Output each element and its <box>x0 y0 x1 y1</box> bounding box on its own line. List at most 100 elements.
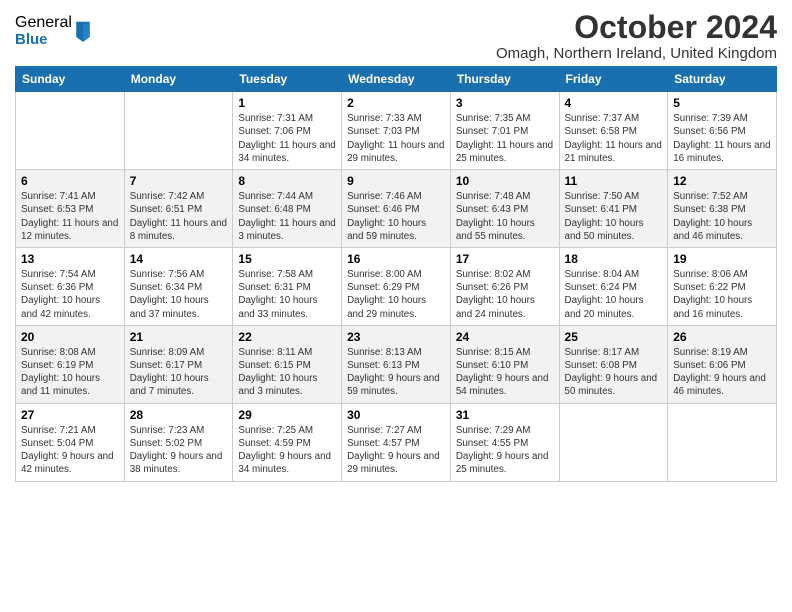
day-detail: Sunrise: 8:11 AM Sunset: 6:15 PM Dayligh… <box>238 346 336 399</box>
calendar-cell: 6 Sunrise: 7:41 AM Sunset: 6:53 PM Daylig… <box>16 170 125 248</box>
day-number: 27 <box>21 408 119 422</box>
subtitle: Omagh, Northern Ireland, United Kingdom <box>496 45 777 62</box>
calendar-cell: 19Sunrise: 8:06 AM Sunset: 6:22 PM Dayli… <box>668 247 777 325</box>
day-number: 22 <box>238 330 336 344</box>
calendar-header: Sunday Monday Tuesday Wednesday Thursday… <box>16 67 777 92</box>
header-saturday: Saturday <box>668 67 777 92</box>
day-detail: Sunrise: 7:37 AM Sunset: 6:58 PM Dayligh… <box>565 112 663 165</box>
day-number: 30 <box>347 408 445 422</box>
day-number: 13 <box>21 252 119 266</box>
calendar-cell: 1Sunrise: 7:31 AM Sunset: 7:06 PM Daylig… <box>233 92 342 170</box>
logo-general: General <box>15 14 72 32</box>
day-detail: Sunrise: 7:50 AM Sunset: 6:41 PM Dayligh… <box>565 190 663 243</box>
day-number: 29 <box>238 408 336 422</box>
calendar-cell: 22 Sunrise: 8:11 AM Sunset: 6:15 PM Dayli… <box>233 325 342 403</box>
day-number: 6 <box>21 174 119 188</box>
calendar-cell: 9 Sunrise: 7:46 AM Sunset: 6:46 PM Daylig… <box>342 170 451 248</box>
calendar-cell: 28 Sunrise: 7:23 AM Sunset: 5:02 PM Dayli… <box>124 403 233 481</box>
day-number: 19 <box>673 252 771 266</box>
calendar-cell: 27Sunrise: 7:21 AM Sunset: 5:04 PM Dayli… <box>16 403 125 481</box>
day-number: 15 <box>238 252 336 266</box>
day-number: 31 <box>456 408 554 422</box>
calendar-week-4: 20 Sunrise: 8:08 AM Sunset: 6:19 PM Dayli… <box>16 325 777 403</box>
day-number: 7 <box>130 174 228 188</box>
calendar-body: 1Sunrise: 7:31 AM Sunset: 7:06 PM Daylig… <box>16 92 777 481</box>
day-detail: Sunrise: 7:39 AM Sunset: 6:56 PM Dayligh… <box>673 112 771 165</box>
day-detail: Sunrise: 7:52 AM Sunset: 6:38 PM Dayligh… <box>673 190 771 243</box>
day-number: 14 <box>130 252 228 266</box>
header-wednesday: Wednesday <box>342 67 451 92</box>
calendar-cell: 24 Sunrise: 8:15 AM Sunset: 6:10 PM Dayli… <box>450 325 559 403</box>
day-detail: Sunrise: 7:23 AM Sunset: 5:02 PM Dayligh… <box>130 424 228 477</box>
calendar-cell: 16 Sunrise: 8:00 AM Sunset: 6:29 PM Dayli… <box>342 247 451 325</box>
day-detail: Sunrise: 8:19 AM Sunset: 6:06 PM Dayligh… <box>673 346 771 399</box>
calendar-cell <box>668 403 777 481</box>
day-detail: Sunrise: 8:00 AM Sunset: 6:29 PM Dayligh… <box>347 268 445 321</box>
calendar-cell: 18Sunrise: 8:04 AM Sunset: 6:24 PM Dayli… <box>559 247 668 325</box>
day-number: 24 <box>456 330 554 344</box>
day-detail: Sunrise: 8:08 AM Sunset: 6:19 PM Dayligh… <box>21 346 119 399</box>
day-number: 11 <box>565 174 663 188</box>
page: General Blue October 2024 Omagh, Norther… <box>0 0 792 612</box>
day-number: 4 <box>565 96 663 110</box>
calendar-cell: 20 Sunrise: 8:08 AM Sunset: 6:19 PM Dayli… <box>16 325 125 403</box>
calendar-cell: 30 Sunrise: 7:27 AM Sunset: 4:57 PM Dayli… <box>342 403 451 481</box>
day-detail: Sunrise: 8:13 AM Sunset: 6:13 PM Dayligh… <box>347 346 445 399</box>
calendar-cell: 29 Sunrise: 7:25 AM Sunset: 4:59 PM Dayli… <box>233 403 342 481</box>
day-detail: Sunrise: 7:58 AM Sunset: 6:31 PM Dayligh… <box>238 268 336 321</box>
calendar-week-1: 1Sunrise: 7:31 AM Sunset: 7:06 PM Daylig… <box>16 92 777 170</box>
day-number: 17 <box>456 252 554 266</box>
calendar-cell: 3 Sunrise: 7:35 AM Sunset: 7:01 PM Daylig… <box>450 92 559 170</box>
day-detail: Sunrise: 7:33 AM Sunset: 7:03 PM Dayligh… <box>347 112 445 165</box>
calendar-cell: 4 Sunrise: 7:37 AM Sunset: 6:58 PM Daylig… <box>559 92 668 170</box>
header-row: Sunday Monday Tuesday Wednesday Thursday… <box>16 67 777 92</box>
day-number: 16 <box>347 252 445 266</box>
day-detail: Sunrise: 7:35 AM Sunset: 7:01 PM Dayligh… <box>456 112 554 165</box>
day-detail: Sunrise: 7:44 AM Sunset: 6:48 PM Dayligh… <box>238 190 336 243</box>
day-detail: Sunrise: 7:41 AM Sunset: 6:53 PM Dayligh… <box>21 190 119 243</box>
day-number: 25 <box>565 330 663 344</box>
calendar-cell: 11 Sunrise: 7:50 AM Sunset: 6:41 PM Dayli… <box>559 170 668 248</box>
day-number: 23 <box>347 330 445 344</box>
calendar-cell: 5 Sunrise: 7:39 AM Sunset: 6:56 PM Daylig… <box>668 92 777 170</box>
day-detail: Sunrise: 7:29 AM Sunset: 4:55 PM Dayligh… <box>456 424 554 477</box>
calendar-table: Sunday Monday Tuesday Wednesday Thursday… <box>15 66 777 481</box>
calendar-cell <box>16 92 125 170</box>
day-number: 5 <box>673 96 771 110</box>
day-detail: Sunrise: 7:48 AM Sunset: 6:43 PM Dayligh… <box>456 190 554 243</box>
day-number: 8 <box>238 174 336 188</box>
day-detail: Sunrise: 7:31 AM Sunset: 7:06 PM Dayligh… <box>238 112 336 165</box>
day-detail: Sunrise: 8:15 AM Sunset: 6:10 PM Dayligh… <box>456 346 554 399</box>
day-detail: Sunrise: 7:46 AM Sunset: 6:46 PM Dayligh… <box>347 190 445 243</box>
calendar-cell <box>124 92 233 170</box>
day-number: 3 <box>456 96 554 110</box>
day-number: 20 <box>21 330 119 344</box>
day-detail: Sunrise: 7:42 AM Sunset: 6:51 PM Dayligh… <box>130 190 228 243</box>
day-number: 9 <box>347 174 445 188</box>
calendar-cell: 17Sunrise: 8:02 AM Sunset: 6:26 PM Dayli… <box>450 247 559 325</box>
logo: General Blue <box>15 14 92 48</box>
day-number: 28 <box>130 408 228 422</box>
header-sunday: Sunday <box>16 67 125 92</box>
calendar-cell <box>559 403 668 481</box>
header: General Blue October 2024 Omagh, Norther… <box>15 10 777 62</box>
logo-blue: Blue <box>15 32 72 49</box>
day-detail: Sunrise: 8:09 AM Sunset: 6:17 PM Dayligh… <box>130 346 228 399</box>
calendar-cell: 31 Sunrise: 7:29 AM Sunset: 4:55 PM Dayli… <box>450 403 559 481</box>
logo-text: General Blue <box>15 14 72 48</box>
day-detail: Sunrise: 7:27 AM Sunset: 4:57 PM Dayligh… <box>347 424 445 477</box>
day-number: 18 <box>565 252 663 266</box>
calendar-cell: 15 Sunrise: 7:58 AM Sunset: 6:31 PM Dayli… <box>233 247 342 325</box>
calendar-cell: 10Sunrise: 7:48 AM Sunset: 6:43 PM Dayli… <box>450 170 559 248</box>
calendar-week-5: 27Sunrise: 7:21 AM Sunset: 5:04 PM Dayli… <box>16 403 777 481</box>
calendar-cell: 7 Sunrise: 7:42 AM Sunset: 6:51 PM Daylig… <box>124 170 233 248</box>
calendar-cell: 12 Sunrise: 7:52 AM Sunset: 6:38 PM Dayli… <box>668 170 777 248</box>
header-monday: Monday <box>124 67 233 92</box>
day-detail: Sunrise: 7:54 AM Sunset: 6:36 PM Dayligh… <box>21 268 119 321</box>
calendar-week-2: 6 Sunrise: 7:41 AM Sunset: 6:53 PM Daylig… <box>16 170 777 248</box>
calendar-cell: 26Sunrise: 8:19 AM Sunset: 6:06 PM Dayli… <box>668 325 777 403</box>
calendar-cell: 2Sunrise: 7:33 AM Sunset: 7:03 PM Daylig… <box>342 92 451 170</box>
calendar-cell: 21Sunrise: 8:09 AM Sunset: 6:17 PM Dayli… <box>124 325 233 403</box>
day-detail: Sunrise: 7:25 AM Sunset: 4:59 PM Dayligh… <box>238 424 336 477</box>
day-number: 12 <box>673 174 771 188</box>
